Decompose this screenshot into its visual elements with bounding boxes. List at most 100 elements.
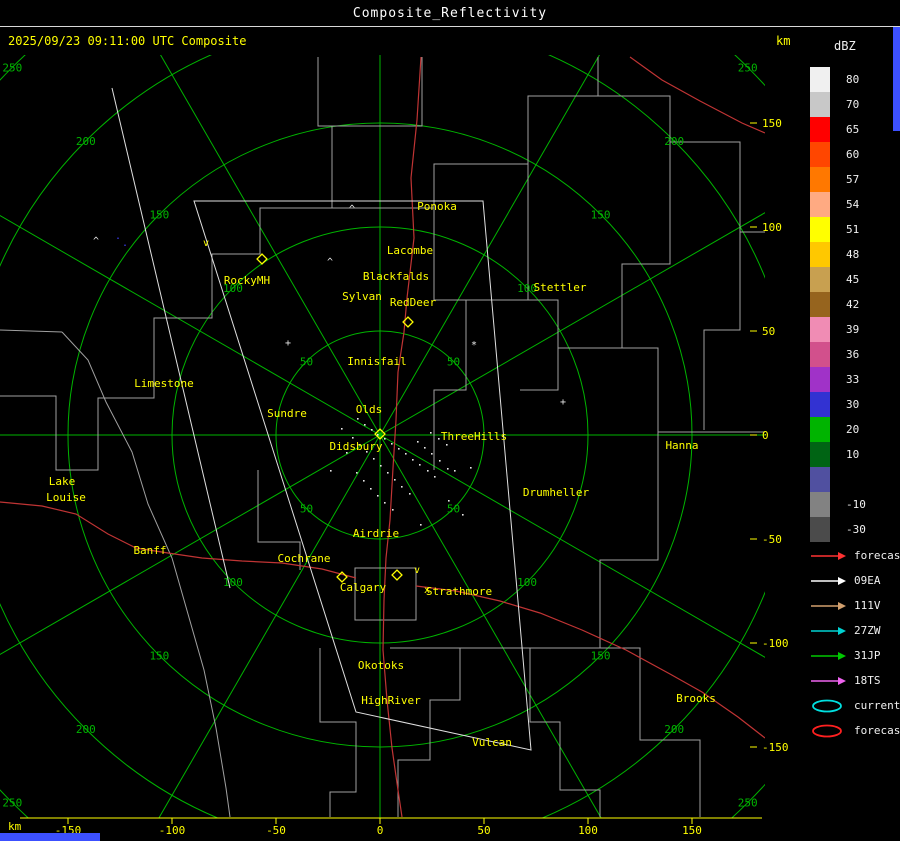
ring-distance-label: 150 [149,650,169,663]
dbz-scale-entry: 39 [810,317,866,342]
place-labels: Ponoka Lacombe Blackfalds Sylvan RedDeer Rock… [46,200,716,749]
legend-symbol-row: 31JP [810,643,900,668]
symbol-legend: forecast 09EA 111V 27ZW 31JP 18TS current forec… [810,543,900,743]
legend-symbol-label: 18TS [854,674,881,687]
vertical-scrollbar[interactable] [893,27,900,131]
forecast-ellipse-icon [812,724,842,737]
dbz-value-label: 65 [846,123,860,136]
legend-symbol-label: 111V [854,599,881,612]
place-label-vulcan: Vulcan [472,736,512,749]
dbz-color-swatch [810,392,830,417]
echo-dot [384,438,386,440]
ring-distance-label: 200 [664,135,684,148]
dbz-value-label: 10 [846,448,860,461]
right-axis-tick-label: 100 [762,221,782,234]
echo-dot [373,458,375,460]
echo-dot [412,459,414,461]
dbz-value-label: 51 [846,223,860,236]
legend-symbol-row: forecast [810,543,900,568]
dbz-color-swatch [810,417,830,442]
map-glyph-marker: v [203,238,209,249]
ring-distance-label: 150 [591,208,611,221]
dbz-scale-entry: 33 [810,367,866,392]
place-label-strathmore: Strathmore [426,585,492,598]
ring-distance-label: 200 [76,135,96,148]
ring-distance-label: 250 [738,61,758,74]
echo-dot [417,441,419,443]
echo-dot [454,470,456,472]
dbz-value-label: 33 [846,373,860,386]
echo-dot [371,429,373,431]
dbz-value-label: 39 [846,323,860,336]
ring-distance-label: 50 [447,503,460,516]
27zw-arrow-icon [811,626,846,635]
echo-dot [377,434,379,436]
dbz-color-swatch [810,517,830,542]
place-label-innisfail: Innisfail [347,355,407,368]
legend-symbol-label: 27ZW [854,624,881,637]
right-axis-tick-label: -150 [762,741,789,754]
echo-dot [462,514,464,516]
legend-symbol-row: forecast [810,718,900,743]
legend-symbol-row: 09EA [810,568,900,593]
echo-dot [398,448,400,450]
dbz-scale-entry: 10 [810,442,866,467]
dbz-color-swatch [810,342,830,367]
dbz-color-swatch [810,442,830,467]
place-label-hanna: Hanna [665,439,698,452]
echo-dot [394,479,396,481]
dbz-color-swatch [810,192,830,217]
map-glyph-marker: ^ [349,204,355,215]
dbz-scale-entry: 65 [810,117,866,142]
dbz-scale-entry: -10 [810,492,866,517]
echo-dot [370,488,372,490]
ring-distance-label: 250 [2,797,22,810]
echo-dot [356,472,358,474]
echo-dot [431,453,433,455]
right-axis: 150 100 50 0 -50 -100 -150 [750,117,789,754]
radar-map-view[interactable]: 50 50 50 50 100 100 100 100 150 150 150 150 200 200 20… [0,0,806,841]
legend-symbol-row: 111V [810,593,900,618]
map-glyph-marker: v [414,565,420,576]
echo-dot [387,472,389,474]
bottom-axis-tick-label: 150 [682,824,702,837]
echo-dot [352,437,354,439]
ring-distance-label: 200 [664,723,684,736]
bottom-axis: -150 -100 -50 0 50 100 150 [20,817,762,837]
horizontal-scrollbar[interactable] [0,833,100,841]
dbz-value-label: 80 [846,73,860,86]
111v-arrow-icon [811,601,846,610]
dbz-color-swatch [810,217,830,242]
place-label-reddeer: RedDeer [390,296,437,309]
echo-dot [364,424,366,426]
dbz-value-label: 36 [846,348,860,361]
coverage-outline [111,87,532,751]
dbz-color-swatch [810,467,830,492]
map-glyph-marker: . [115,231,121,242]
ring-distance-label: 200 [76,723,96,736]
dbz-color-swatch [810,167,830,192]
right-axis-tick-label: 150 [762,117,782,130]
dbz-value-label: -30 [846,523,866,536]
echo-dot [470,467,472,469]
echo-dot [401,486,403,488]
dbz-scale-entry: 60 [810,142,866,167]
place-label-stettler: Stettler [534,281,587,294]
legend-symbol-label: 31JP [854,649,881,662]
legend-symbol-label: 09EA [854,574,881,587]
place-label-highriver: HighRiver [361,694,421,707]
echo-dot [391,443,393,445]
place-label-lacombe: Lacombe [387,244,433,257]
bottom-axis-tick-label: -100 [159,824,186,837]
place-label-banff: Banff [133,544,166,557]
dbz-value-label: 42 [846,298,860,311]
bottom-axis-tick-label: 100 [578,824,598,837]
echo-dot [424,447,426,449]
dbz-scale-entry: 51 [810,217,866,242]
dbz-scale-entry: 54 [810,192,866,217]
bottom-axis-tick-label: 0 [377,824,384,837]
legend-symbol-label: current [854,699,900,712]
map-glyph-marker: ^ [93,236,99,247]
echo-dot [409,493,411,495]
echo-dot [420,524,422,526]
